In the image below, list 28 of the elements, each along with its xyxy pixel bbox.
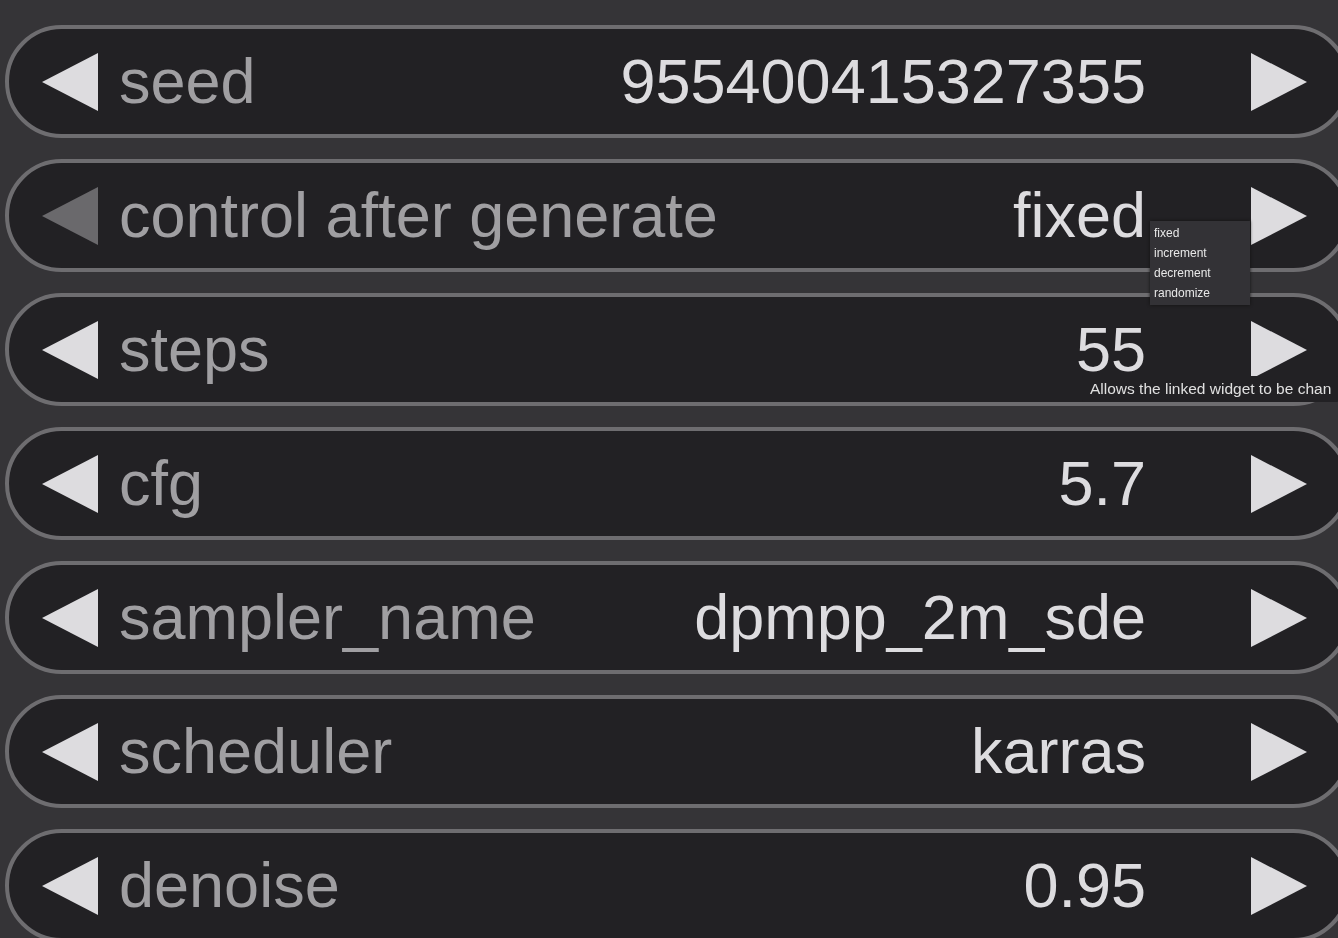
menu-item[interactable]: increment — [1150, 243, 1250, 263]
widget-value: fixed — [1012, 184, 1146, 247]
right-arrow-icon[interactable] — [1250, 454, 1308, 513]
left-arrow-icon[interactable] — [41, 856, 99, 915]
widget-value: 0.95 — [1023, 854, 1146, 917]
right-arrow-icon[interactable] — [1250, 588, 1308, 647]
widget-label: denoise — [119, 854, 340, 917]
number-widget[interactable]: scheduler karras — [5, 695, 1338, 808]
widget-label: seed — [119, 50, 256, 113]
widget-value: 5.7 — [1058, 452, 1146, 515]
left-arrow-icon[interactable] — [41, 320, 99, 379]
left-arrow-icon[interactable] — [41, 52, 99, 111]
number-widget[interactable]: cfg 5.7 — [5, 427, 1338, 540]
menu-item[interactable]: fixed — [1150, 223, 1250, 243]
number-widget[interactable]: sampler_name dpmpp_2m_sde — [5, 561, 1338, 674]
right-arrow-icon[interactable] — [1250, 52, 1308, 111]
right-arrow-icon[interactable] — [1250, 186, 1308, 245]
right-arrow-icon[interactable] — [1250, 320, 1308, 379]
widget-label: scheduler — [119, 720, 393, 783]
widget-value: karras — [970, 720, 1146, 783]
left-arrow-icon[interactable] — [41, 588, 99, 647]
left-arrow-icon[interactable] — [41, 454, 99, 513]
widget-value: 955400415327355 — [620, 50, 1146, 113]
left-arrow-icon[interactable] — [41, 722, 99, 781]
right-arrow-icon[interactable] — [1250, 722, 1308, 781]
right-arrow-icon[interactable] — [1250, 856, 1308, 915]
number-widget[interactable]: denoise 0.95 — [5, 829, 1338, 938]
number-widget[interactable]: seed 955400415327355 — [5, 25, 1338, 138]
